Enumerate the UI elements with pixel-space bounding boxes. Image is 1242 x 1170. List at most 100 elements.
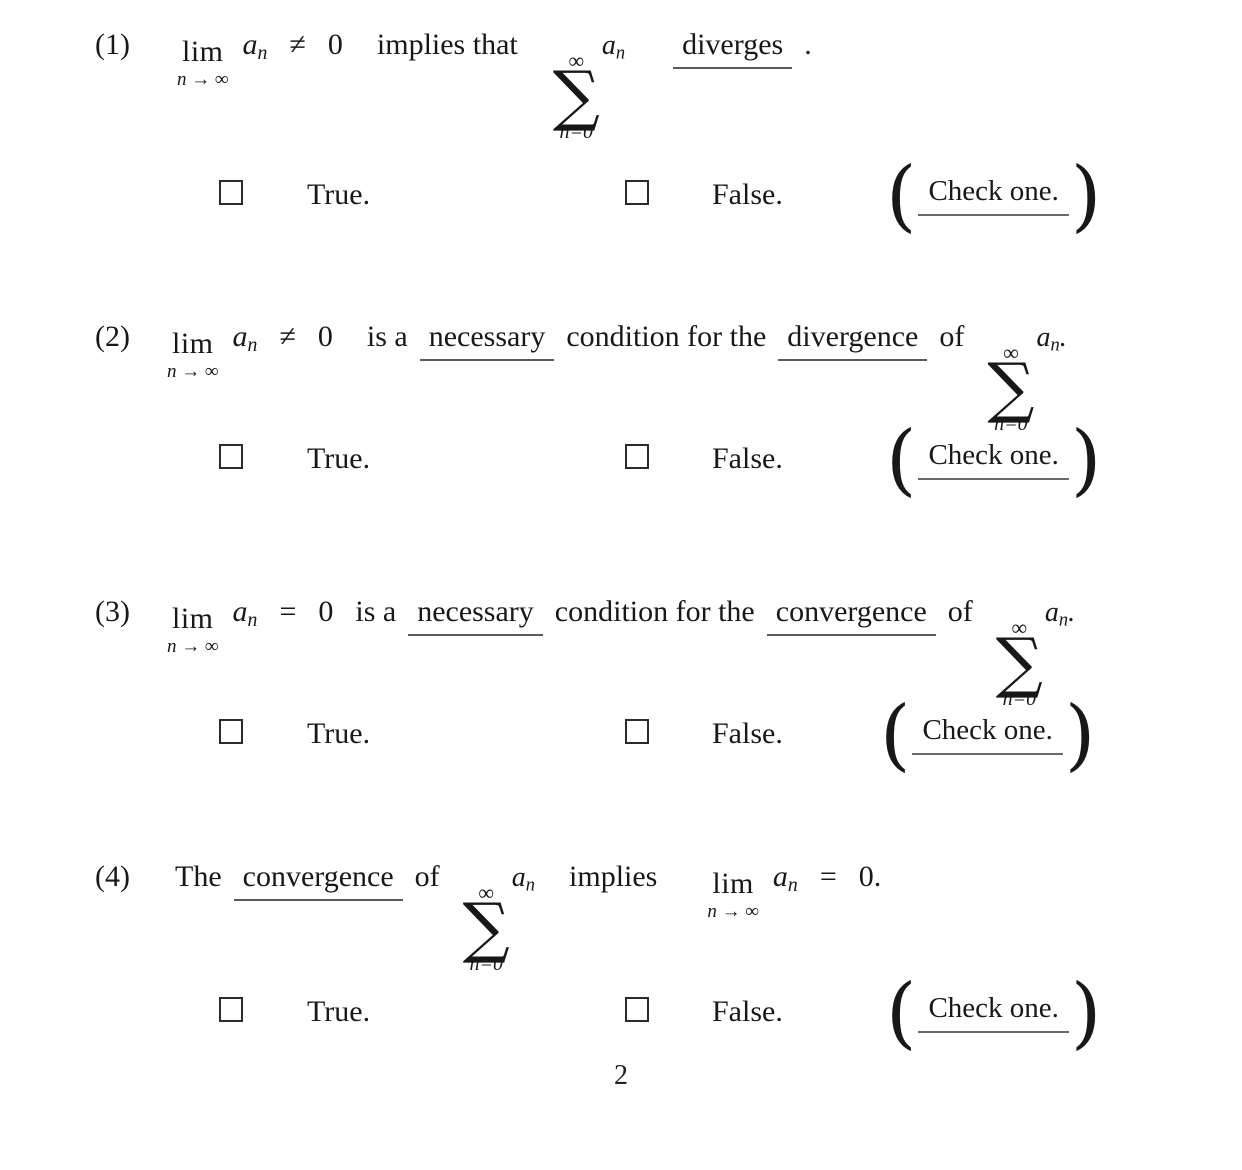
limit-label: lim bbox=[172, 327, 214, 360]
sigma-icon: ∑ bbox=[995, 624, 1043, 701]
check-one-label: Check one. bbox=[912, 715, 1063, 755]
summation-group: ∞ ∑ n=0 an. bbox=[995, 597, 1076, 710]
label-true: True. bbox=[307, 717, 371, 750]
right-paren: ) bbox=[1070, 151, 1102, 241]
question-3-answers: True. False. ( Check one. ) bbox=[0, 690, 1242, 780]
limit-subscript: n → ∞ bbox=[707, 901, 759, 922]
limit-operator: lim n → ∞ bbox=[167, 602, 219, 657]
answer-blank-convergence[interactable]: convergence bbox=[766, 597, 936, 636]
question-2-answers: True. False. ( Check one. ) bbox=[0, 415, 1242, 505]
summation-operator: ∞ ∑ n=0 bbox=[987, 342, 1035, 436]
limit-label: lim bbox=[172, 602, 214, 635]
label-false: False. bbox=[712, 178, 783, 211]
right-paren: ) bbox=[1070, 415, 1102, 505]
trailing-period: . bbox=[1059, 322, 1067, 353]
checkbox-false[interactable] bbox=[625, 444, 649, 469]
limit-subscript: n → ∞ bbox=[167, 361, 219, 382]
answer-blank-necessary[interactable]: necessary bbox=[419, 322, 555, 361]
label-true: True. bbox=[307, 178, 371, 211]
summation-operator: ∞ ∑ n=0 bbox=[995, 617, 1043, 711]
sequence-term-an: an bbox=[232, 320, 258, 356]
limit-subscript: n → ∞ bbox=[167, 636, 219, 657]
label-false: False. bbox=[712, 442, 783, 475]
check-one-group: ( Check one. ) bbox=[886, 968, 1102, 1058]
summand-an: an bbox=[601, 30, 626, 63]
answer-blank-divergence[interactable]: divergence bbox=[778, 322, 928, 361]
sequence-term-an: an bbox=[232, 595, 258, 631]
lead-text: is a bbox=[355, 595, 397, 628]
question-2-number: (2) bbox=[95, 320, 130, 353]
question-1-statement: (1) lim n → ∞ an ≠ 0 implies that ∞ ∑ n=… bbox=[95, 28, 812, 143]
summand-an: an bbox=[511, 862, 536, 895]
question-1-answers: True. False. ( Check one. ) bbox=[0, 151, 1242, 241]
checkbox-false[interactable] bbox=[625, 997, 649, 1022]
question-3-statement: (3) lim n → ∞ an = 0 is a necessary cond… bbox=[95, 595, 1076, 710]
relation-operator: = bbox=[279, 595, 297, 628]
summation-lower-limit: n=0 bbox=[559, 121, 594, 144]
right-hand-side: 0 bbox=[318, 595, 334, 628]
check-one-label: Check one. bbox=[918, 440, 1069, 480]
summation-lower-limit: n=0 bbox=[1002, 688, 1037, 711]
question-4-number: (4) bbox=[95, 860, 130, 893]
checkbox-true[interactable] bbox=[219, 719, 243, 744]
label-false: False. bbox=[712, 995, 783, 1028]
label-true: True. bbox=[307, 995, 371, 1028]
summation-operator: ∞ ∑ n=0 bbox=[552, 50, 600, 144]
label-false: False. bbox=[712, 717, 783, 750]
checkbox-false[interactable] bbox=[625, 719, 649, 744]
left-paren: ( bbox=[886, 968, 917, 1058]
left-paren: ( bbox=[880, 690, 911, 780]
middle-text: condition for the bbox=[554, 595, 755, 628]
right-paren: ) bbox=[1070, 968, 1102, 1058]
limit-label: lim bbox=[712, 867, 754, 900]
summation-group: ∞ ∑ n=0 an bbox=[462, 862, 536, 975]
limit-operator: lim n → ∞ bbox=[707, 867, 759, 922]
checkbox-true[interactable] bbox=[219, 444, 243, 469]
tail-text: of bbox=[939, 320, 965, 353]
check-one-label: Check one. bbox=[918, 993, 1069, 1033]
sequence-term-an: an bbox=[772, 860, 798, 896]
limit-subscript: n → ∞ bbox=[177, 69, 229, 90]
middle-text: condition for the bbox=[566, 320, 767, 353]
relation-operator: ≠ bbox=[279, 320, 296, 353]
summation-group: ∞ ∑ n=0 an. bbox=[986, 322, 1067, 435]
connective-text: implies that bbox=[376, 28, 518, 61]
label-true: True. bbox=[307, 442, 371, 475]
right-paren: ) bbox=[1064, 690, 1096, 780]
limit-operator: lim n → ∞ bbox=[167, 327, 219, 382]
sigma-icon: ∑ bbox=[462, 889, 510, 966]
summation-operator: ∞ ∑ n=0 bbox=[462, 882, 510, 976]
check-one-label: Check one. bbox=[918, 176, 1069, 216]
right-hand-side: 0 bbox=[317, 320, 333, 353]
lead-text: is a bbox=[366, 320, 408, 353]
answer-blank-necessary[interactable]: necessary bbox=[408, 597, 543, 636]
trailing-period: . bbox=[804, 28, 812, 61]
worksheet-page: (1) lim n → ∞ an ≠ 0 implies that ∞ ∑ n=… bbox=[0, 0, 1242, 1170]
tail-text: of bbox=[947, 595, 973, 628]
tail-text: of bbox=[414, 860, 440, 893]
right-hand-side: 0. bbox=[858, 860, 882, 893]
checkbox-true[interactable] bbox=[219, 997, 243, 1022]
lead-text: The bbox=[175, 860, 222, 893]
limit-operator: lim n → ∞ bbox=[177, 35, 229, 90]
question-4-answers: True. False. ( Check one. ) bbox=[0, 968, 1242, 1058]
sigma-icon: ∑ bbox=[552, 57, 600, 134]
answer-blank-diverges[interactable]: diverges bbox=[673, 30, 793, 69]
limit-label: lim bbox=[182, 35, 224, 68]
check-one-group: ( Check one. ) bbox=[886, 151, 1102, 241]
answer-blank-convergence[interactable]: convergence bbox=[233, 862, 403, 901]
question-4-statement: (4) The convergence of ∞ ∑ n=0 an implie… bbox=[95, 860, 882, 975]
relation-operator: = bbox=[819, 860, 837, 893]
question-1-number: (1) bbox=[95, 28, 130, 61]
sequence-term-an: an bbox=[242, 28, 268, 64]
summand-an: an. bbox=[1036, 322, 1067, 355]
sigma-icon: ∑ bbox=[987, 349, 1035, 426]
summation-lower-limit: n=0 bbox=[469, 953, 503, 976]
summand-an: an. bbox=[1044, 597, 1076, 630]
checkbox-true[interactable] bbox=[219, 180, 243, 205]
summation-lower-limit: n=0 bbox=[994, 413, 1028, 436]
left-paren: ( bbox=[886, 151, 917, 241]
checkbox-false[interactable] bbox=[625, 180, 649, 205]
trailing-period: . bbox=[1068, 597, 1076, 628]
summation-group: ∞ ∑ n=0 an bbox=[552, 30, 626, 143]
